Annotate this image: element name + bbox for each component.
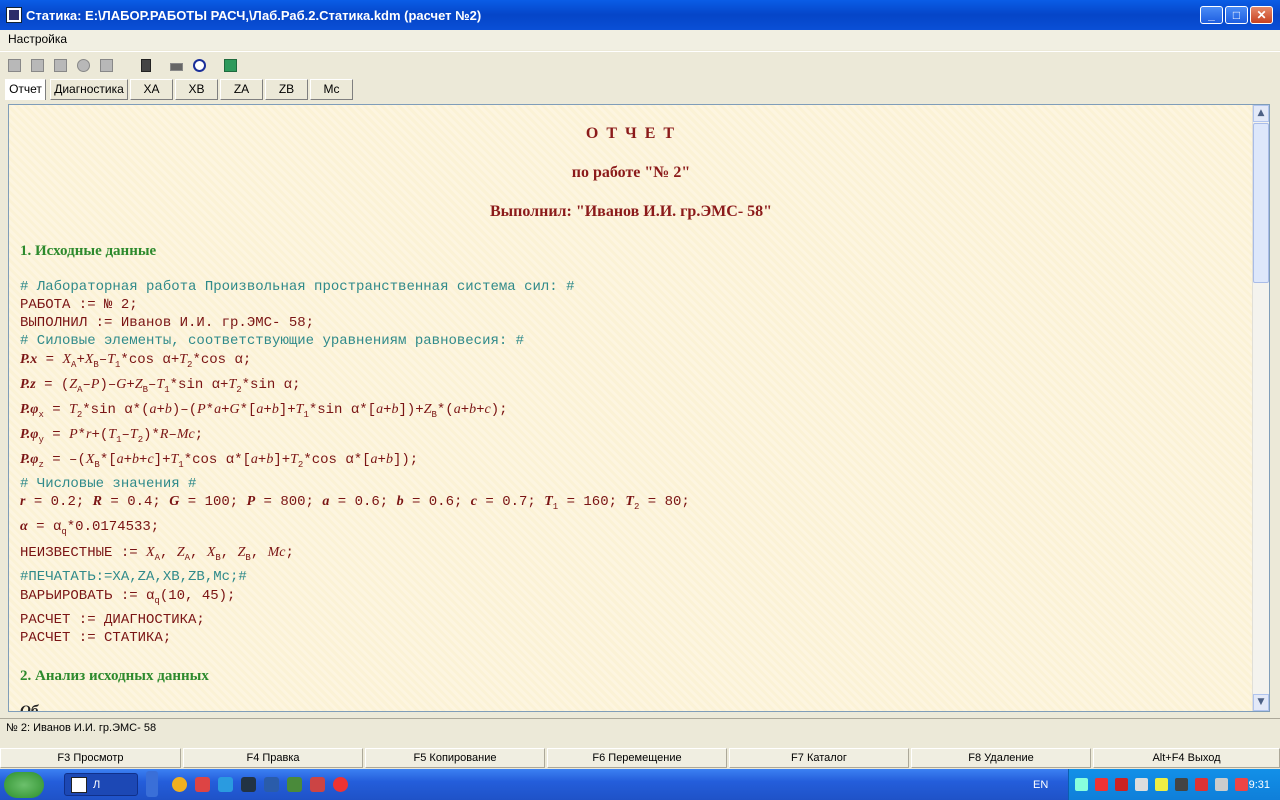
f6-move-button[interactable]: F6 Перемещение: [547, 748, 727, 768]
calculator-icon[interactable]: [135, 55, 155, 75]
network-icon[interactable]: [1075, 778, 1088, 791]
tray-icon[interactable]: [1155, 778, 1168, 791]
report-view[interactable]: О Т Ч Е Т по работе "№ 2" Выполнил: "Ива…: [8, 104, 1270, 712]
ie-icon[interactable]: [218, 777, 233, 792]
title-bar: Статика: E:\ЛАБОР.РАБОТЫ РАСЧ,\Лаб.Раб.2…: [0, 0, 1280, 30]
tab-zb[interactable]: ZB: [265, 79, 308, 100]
status-text: № 2: Иванов И.И. гр.ЭМС- 58: [6, 722, 157, 734]
code-line: ВАРЬИРОВАТЬ := αq(10, 45);: [20, 588, 236, 606]
clock[interactable]: 9:31: [1249, 779, 1270, 791]
quicklaunch-icon[interactable]: [195, 777, 210, 792]
tray-icon[interactable]: [1175, 778, 1188, 791]
copyright-icon[interactable]: [189, 55, 209, 75]
alt-f4-exit-button[interactable]: Alt+F4 Выход: [1093, 748, 1280, 768]
word-icon[interactable]: [264, 777, 279, 792]
ati-icon[interactable]: [1115, 778, 1128, 791]
f3-view-button[interactable]: F3 Просмотр: [0, 748, 181, 768]
app-icon[interactable]: [6, 7, 22, 23]
taskbar: Л EN 9:31: [0, 769, 1280, 800]
grid-icon[interactable]: [50, 55, 70, 75]
quicklaunch-icon[interactable]: [172, 777, 187, 792]
tray-icon[interactable]: [1235, 778, 1248, 791]
report-work-number: по работе "№ 2": [571, 164, 691, 181]
tab-mc[interactable]: Mc: [310, 79, 353, 100]
code-line: РАСЧЕТ := ДИАГНОСТИКА;: [20, 612, 205, 628]
values-line: r = 0.2; R = 0.4; G = 100; P = 800; a = …: [20, 494, 690, 512]
code-comment: #ПЕЧАТАТЬ:=XA,ZA,XB,ZB,Mc;#: [20, 569, 247, 585]
values-line: α = αq*0.0174533;: [20, 519, 160, 537]
f8-delete-button[interactable]: F8 Удаление: [911, 748, 1091, 768]
bluetooth-icon[interactable]: [1195, 778, 1208, 791]
equation-line: P.z = (ZA–P)–G+ZB–T1*sin α+T2*sin α;: [20, 377, 301, 395]
equation-line: P.φz = –(XB*[a+b+c]+T1*cos α*[a+b]+T2*co…: [20, 452, 419, 470]
tray-icon[interactable]: [1095, 778, 1108, 791]
window-title: Статика: E:\ЛАБОР.РАБОТЫ РАСЧ,\Лаб.Раб.2…: [26, 8, 482, 23]
tab-xb[interactable]: XB: [175, 79, 218, 100]
volume-icon[interactable]: [1135, 778, 1148, 791]
quicklaunch-icon[interactable]: [241, 777, 256, 792]
scroll-thumb[interactable]: [1253, 123, 1269, 283]
tab-strip: Отчет Диагностика XA XB ZA ZB Mc: [0, 78, 1280, 102]
f4-edit-button[interactable]: F4 Правка: [183, 748, 363, 768]
equation-line: P.φx = T2*sin α*(a+b)–(P*a+G*[a+b]+T1*si…: [20, 402, 508, 420]
equation-line: P.φy = P*r+(T1–T2)*R–Mc;: [20, 427, 204, 445]
car-icon[interactable]: [166, 55, 186, 75]
code-line: ВЫПОЛНИЛ := Иванов И.И. гр.ЭМС- 58;: [20, 315, 315, 331]
menu-bar: Настройка: [0, 30, 1280, 50]
code-comment: # Лабораторная работа Произвольная прост…: [20, 279, 575, 295]
app-icon: [71, 777, 87, 793]
tray-icon[interactable]: [1215, 778, 1228, 791]
code-line: РАБОТА := № 2;: [20, 297, 138, 313]
quicklaunch-icon[interactable]: [310, 777, 325, 792]
code-line: РАСЧЕТ := СТАТИКА;: [20, 630, 172, 646]
report-heading: О Т Ч Е Т: [585, 125, 677, 142]
toolbar: [0, 51, 1280, 78]
vertical-scrollbar[interactable]: ▲ ▼: [1252, 105, 1269, 711]
cut-off-text: Об: [20, 703, 39, 711]
tab-diagnostics[interactable]: Диагностика: [50, 79, 128, 100]
minimize-button[interactable]: _: [1200, 6, 1223, 24]
equation-line: P.x = XA+XB–T1*cos α+T2*cos α;: [20, 352, 252, 370]
scroll-down-icon[interactable]: ▼: [1253, 694, 1269, 711]
language-indicator[interactable]: EN: [1033, 779, 1048, 791]
tab-report[interactable]: Отчет: [5, 79, 46, 100]
print-icon[interactable]: [96, 55, 116, 75]
code-comment: # Числовые значения #: [20, 476, 197, 492]
section-title: 1. Исходные данные: [20, 243, 157, 259]
f5-copy-button[interactable]: F5 Копирование: [365, 748, 545, 768]
exit-icon[interactable]: [220, 55, 240, 75]
report-content: О Т Ч Е Т по работе "№ 2" Выполнил: "Ива…: [9, 105, 1253, 711]
zoom-icon[interactable]: [73, 55, 93, 75]
close-button[interactable]: ✕: [1250, 6, 1273, 24]
menu-item-settings[interactable]: Настройка: [8, 32, 67, 46]
code-comment: # Силовые элементы, соответствующие урав…: [20, 333, 525, 349]
quicklaunch-icon[interactable]: [287, 777, 302, 792]
report-author: Выполнил: "Иванов И.И. гр.ЭМС- 58": [489, 203, 773, 220]
scroll-up-icon[interactable]: ▲: [1253, 105, 1269, 122]
f7-catalog-button[interactable]: F7 Каталог: [729, 748, 909, 768]
page-icon[interactable]: [4, 55, 24, 75]
system-tray: EN 9:31: [1033, 769, 1280, 800]
task-label: Л: [93, 779, 101, 791]
function-key-bar: F3 Просмотр F4 Правка F5 Копирование F6 …: [0, 748, 1280, 768]
maximize-button[interactable]: □: [1225, 6, 1248, 24]
taskbar-app-button[interactable]: Л: [64, 773, 138, 796]
tab-za[interactable]: ZA: [220, 79, 263, 100]
status-bar: № 2: Иванов И.И. гр.ЭМС- 58: [0, 718, 1280, 738]
code-line: НЕИЗВЕСТНЫЕ := XA, ZA, XB, ZB, Mc;: [20, 545, 294, 563]
quicklaunch-icon[interactable]: [333, 777, 348, 792]
section-title: 2. Анализ исходных данных: [20, 668, 209, 684]
table-icon[interactable]: [27, 55, 47, 75]
start-button[interactable]: [4, 772, 44, 798]
quicklaunch-scroll-icon[interactable]: [146, 771, 158, 797]
tab-xa[interactable]: XA: [130, 79, 173, 100]
